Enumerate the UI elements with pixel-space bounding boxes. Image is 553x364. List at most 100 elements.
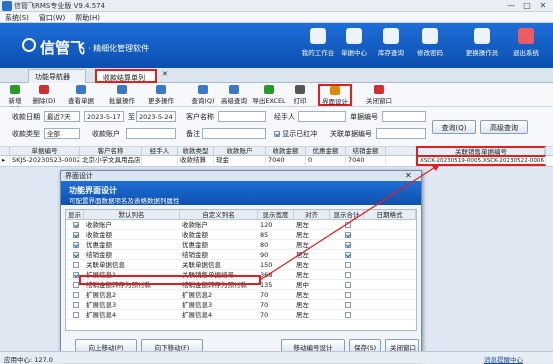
inventory-icon (383, 28, 399, 44)
date-from-input[interactable]: 2023-5-17 (84, 111, 124, 122)
view-document-button[interactable]: 查看单据 (64, 85, 98, 105)
design-row[interactable]: 优惠金额 优惠金额 80 居左 (66, 240, 416, 250)
date-to-input[interactable]: 2023-5-24 (136, 111, 176, 122)
show-checkbox[interactable] (73, 312, 79, 318)
table-row[interactable]: ▸ SKJS-20230523-0002 北京小学文具用品店 收款结算 现金 7… (0, 155, 553, 166)
user-switch-icon (474, 28, 490, 44)
show-checkbox[interactable] (73, 232, 79, 238)
design-cell: 收款金额 (86, 231, 112, 239)
date-range-select[interactable]: 最近7天 (44, 111, 80, 122)
show-checkbox[interactable] (73, 292, 79, 298)
interface-design-button[interactable]: 界面设计 (318, 84, 352, 106)
col-amount[interactable]: 收款金额 (266, 147, 306, 156)
total-checkbox[interactable] (345, 302, 351, 308)
col-customer[interactable]: 客户名称 (80, 147, 142, 156)
design-cell: 120 (260, 221, 273, 229)
show-checkbox[interactable] (73, 302, 79, 308)
design-row[interactable]: 扩展信息2 扩展信息2 70 居左 (66, 290, 416, 300)
add-button[interactable]: 新增(N) (4, 85, 26, 113)
remark-label: 备注 (186, 130, 200, 138)
design-cell: 居中 (296, 281, 309, 289)
total-checkbox[interactable] (345, 292, 351, 298)
design-row[interactable]: 收款账户 收款账户 120 居左 (66, 220, 416, 230)
col-account[interactable]: 收款账户 (214, 147, 266, 156)
total-checkbox[interactable] (345, 222, 351, 228)
show-checkbox[interactable] (73, 242, 79, 248)
design-row[interactable]: 关联单据信息 关联单据信息 150 居左 (66, 260, 416, 270)
total-checkbox[interactable] (345, 232, 351, 238)
show-voided-checkbox[interactable]: 显示已红冲 (274, 129, 317, 139)
advanced-query-button[interactable]: 高级查询 (218, 85, 250, 105)
nav-workbench[interactable]: 我的工作台 (298, 28, 338, 64)
design-cell: 居左 (296, 271, 309, 279)
col-docno[interactable]: 单据编号 (10, 147, 80, 156)
related-input[interactable] (376, 128, 426, 139)
minimize-button[interactable]: — (503, 0, 519, 11)
nav-change-password[interactable]: 修改密码 (410, 28, 450, 64)
highlight-box (79, 275, 261, 285)
dcol-width: 显示宽度 (258, 210, 294, 220)
delete-button[interactable]: 删除(D) (32, 85, 56, 105)
col-discount[interactable]: 优惠金额 (306, 147, 346, 156)
col-type[interactable]: 收款类型 (178, 147, 214, 156)
tab-collection-list[interactable]: 收款结算单列表 (95, 69, 157, 92)
more-icon (156, 85, 166, 94)
close-tab-icon[interactable]: ✕ (162, 70, 168, 78)
col-settled[interactable]: 结销金额 (346, 147, 386, 156)
show-checkbox[interactable] (73, 222, 79, 228)
total-checkbox[interactable] (345, 272, 351, 278)
design-cell: 扩展信息4 (86, 311, 117, 319)
show-checkbox[interactable] (73, 252, 79, 258)
design-cell: 结销金额 (86, 251, 112, 259)
status-bar: 应用中心: 127.0 消息提醒中心 (0, 351, 553, 364)
total-checkbox[interactable] (345, 242, 351, 248)
dcol-show: 显示 (66, 210, 84, 220)
nav-exit[interactable]: 退出系统 (506, 28, 546, 64)
batch-operation-button[interactable]: 批量操作 (104, 85, 140, 105)
dcol-align: 对齐 (294, 210, 330, 220)
handler-input[interactable] (298, 111, 346, 122)
design-row[interactable]: 扩展信息3 扩展信息3 70 居左 (66, 300, 416, 310)
nav-switch-operator[interactable]: 更换操作员 (462, 28, 502, 64)
filter-query-button[interactable]: 查询(Q) (432, 120, 476, 134)
dialog-header: 功能界面设计 可配置界面数据项名及表格数据列属性 (61, 181, 421, 205)
design-row[interactable]: 结销金额 结销金额 90 居左 (66, 250, 416, 260)
col-handler[interactable]: 经手人 (142, 147, 178, 156)
docno-input[interactable] (382, 111, 426, 122)
related-label: 关联单据编号 (330, 130, 372, 138)
print-button[interactable]: 打印 (290, 85, 310, 105)
design-cell: 368 (260, 271, 273, 279)
nav-documents[interactable]: 单据中心 (334, 28, 374, 64)
total-checkbox[interactable] (345, 252, 351, 258)
nav-inventory[interactable]: 库存查询 (371, 28, 411, 64)
filter-advanced-button[interactable]: 高级查询 (480, 120, 528, 134)
design-cell: 关联单据信息 (182, 261, 221, 269)
design-row[interactable]: 收款金额 收款金额 85 居左 (66, 230, 416, 240)
total-checkbox[interactable] (345, 312, 351, 318)
design-table: 显示 默认列名 自定义列名 显示宽度 对齐 显示合计 日期格式 收款账户 收款账户… (65, 209, 417, 331)
dcol-total: 显示合计 (330, 210, 364, 220)
maximize-button[interactable]: □ (519, 0, 535, 11)
export-excel-button[interactable]: 导出EXCEL (252, 85, 286, 105)
more-operations-button[interactable]: 更多操作 (142, 85, 180, 105)
query-button[interactable]: 查询(Q) (190, 85, 216, 105)
close-window-button[interactable]: ✕ (535, 0, 551, 11)
design-cell: 150 (260, 261, 273, 269)
design-cell: 90 (260, 251, 269, 259)
remark-input[interactable] (202, 128, 266, 139)
search-icon (198, 85, 208, 94)
design-icon (330, 86, 340, 95)
dialog-close-icon[interactable]: ✕ (405, 171, 412, 180)
total-checkbox[interactable] (345, 262, 351, 268)
tab-function-navigator[interactable]: 功能导航器 (28, 69, 86, 83)
show-checkbox[interactable] (73, 262, 79, 268)
window-title: 信管飞RMS专业版 V9.4.574 (14, 2, 106, 10)
design-cell: 居左 (296, 251, 309, 259)
customer-input[interactable] (218, 111, 266, 122)
account-input[interactable] (126, 128, 176, 139)
close-window-tool-button[interactable]: 关闭窗口 (362, 85, 396, 105)
total-checkbox[interactable] (345, 282, 351, 288)
workbench-icon (310, 28, 326, 44)
type-select[interactable]: 全部 (44, 128, 80, 139)
design-row[interactable]: 扩展信息4 扩展信息4 70 居左 (66, 310, 416, 320)
